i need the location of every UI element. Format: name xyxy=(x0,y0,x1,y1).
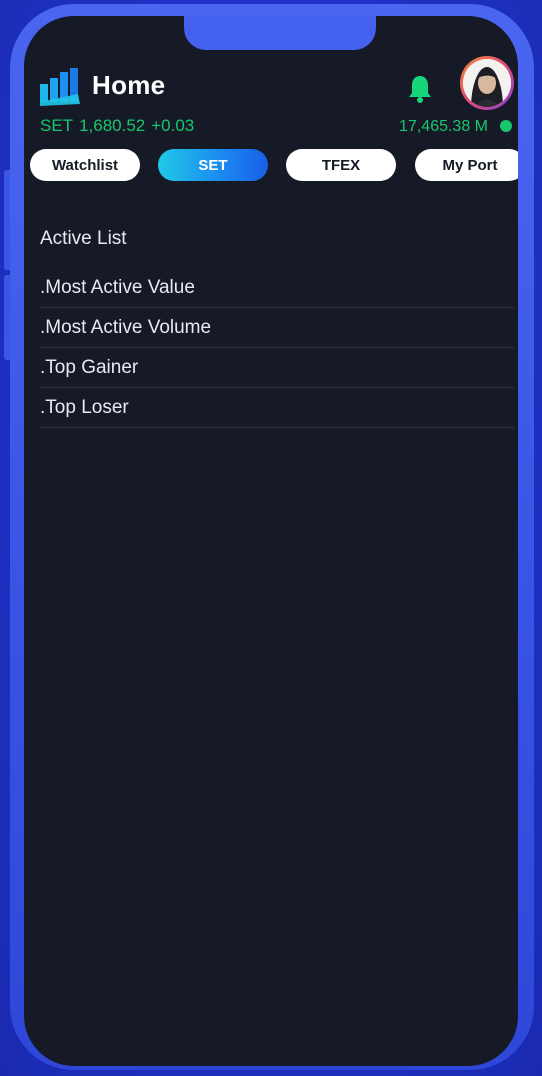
active-list: .Most Active Value .Most Active Volume .… xyxy=(40,268,514,428)
app-logo-icon[interactable] xyxy=(40,68,82,106)
market-value: 17,465.38 M xyxy=(399,118,488,135)
section-title: Active List xyxy=(40,228,127,249)
list-item-most-active-value[interactable]: .Most Active Value xyxy=(40,268,514,308)
list-item-most-active-volume[interactable]: .Most Active Volume xyxy=(40,308,514,348)
list-item-top-gainer[interactable]: .Top Gainer xyxy=(40,348,514,388)
app-screen: Home SET 1,680.52 +0.03 17,465.38 M Watchl… xyxy=(24,16,518,1066)
index-name: SET xyxy=(40,116,74,135)
tab-bar: Watchlist SET TFEX My Port xyxy=(30,149,518,181)
phone-notch xyxy=(184,16,376,50)
page-title: Home xyxy=(92,70,166,100)
user-avatar[interactable] xyxy=(460,56,514,110)
bell-icon[interactable] xyxy=(407,74,433,104)
tab-watchlist[interactable]: Watchlist xyxy=(30,149,140,181)
person-icon xyxy=(463,59,511,107)
list-item-top-loser[interactable]: .Top Loser xyxy=(40,388,514,428)
tab-my-port[interactable]: My Port xyxy=(415,149,518,181)
tab-set[interactable]: SET xyxy=(158,149,268,181)
tab-tfex[interactable]: TFEX xyxy=(286,149,396,181)
index-value: 1,680.52 xyxy=(79,116,146,135)
set-index-summary: SET 1,680.52 +0.03 xyxy=(40,116,200,136)
index-change: +0.03 xyxy=(151,116,195,135)
market-status-dot xyxy=(500,120,512,132)
